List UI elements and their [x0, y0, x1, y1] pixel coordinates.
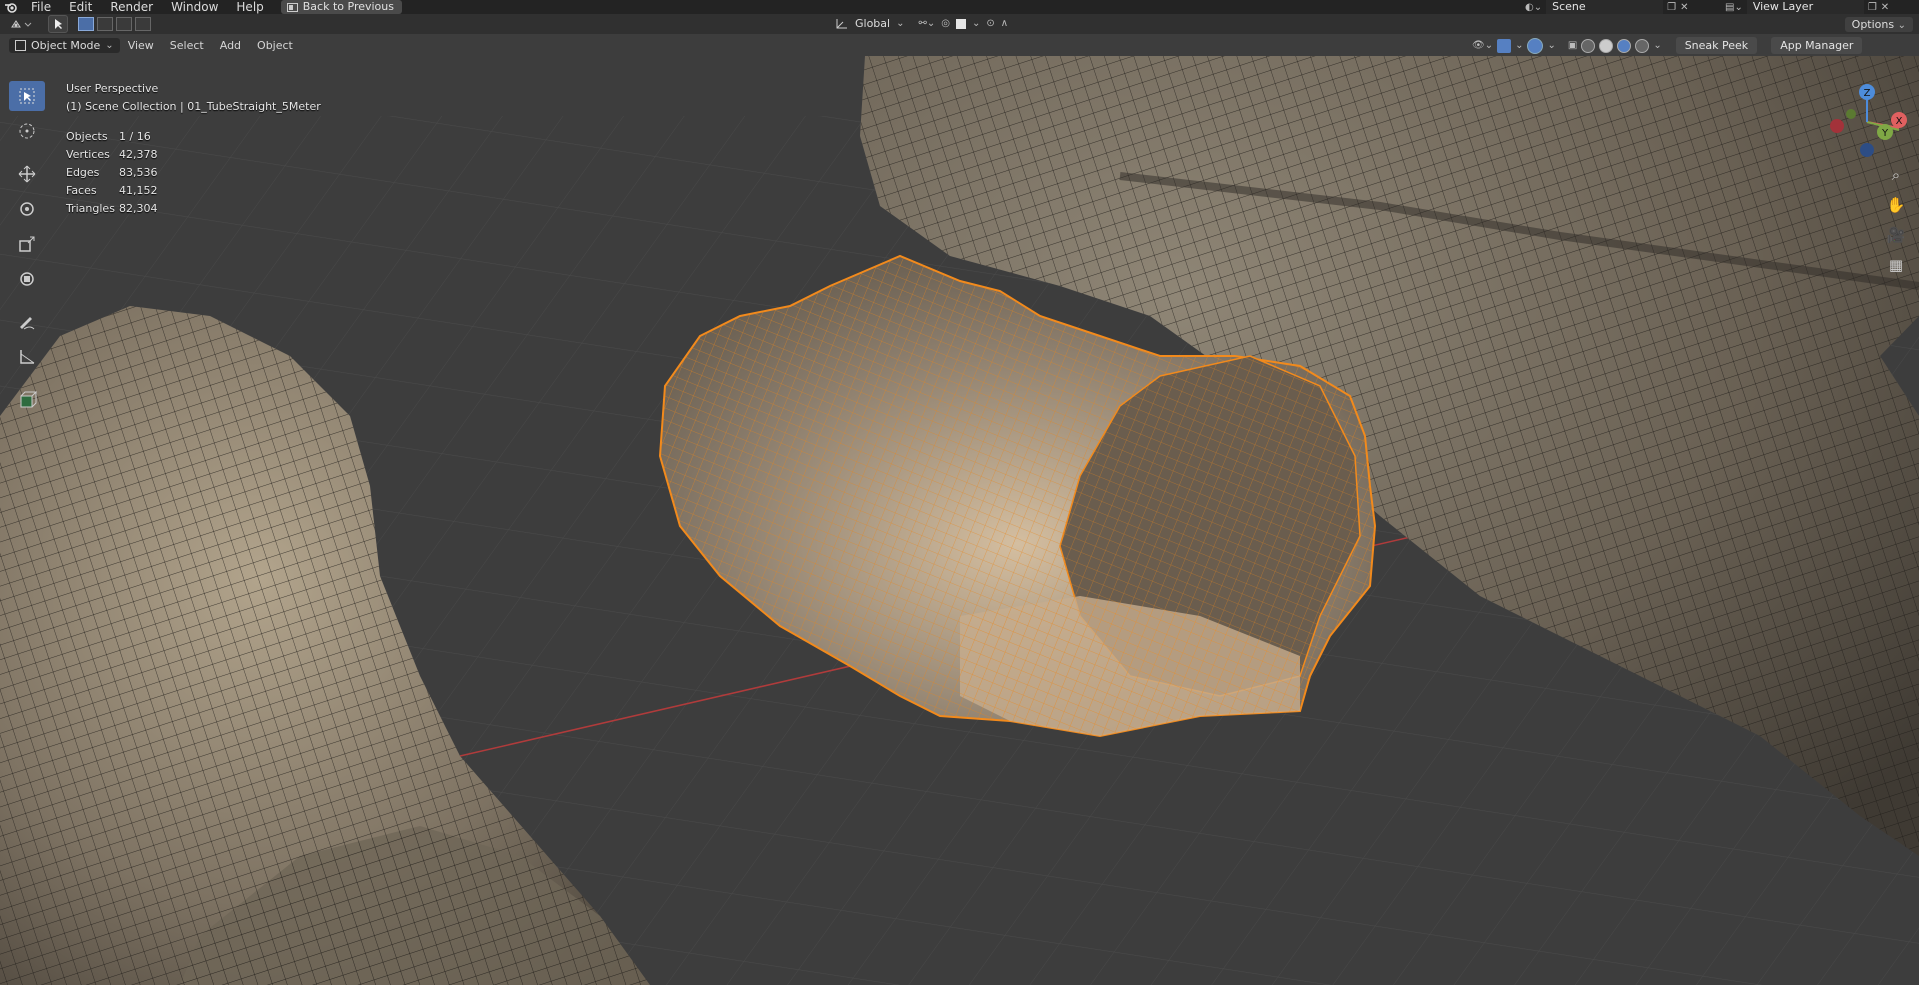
- orientation-axes-icon: [836, 18, 847, 28]
- blender-logo-icon[interactable]: [4, 1, 18, 13]
- back-to-previous-label: Back to Previous: [302, 0, 394, 13]
- collection-label: (1) Scene Collection | 01_TubeStraight_5…: [66, 100, 321, 113]
- orientation-dropdown-icon[interactable]: ⌄: [896, 18, 904, 29]
- snap-target-icon[interactable]: [955, 18, 966, 29]
- pan-hand-icon[interactable]: ✋: [1883, 192, 1909, 218]
- select-extend-icon[interactable]: [97, 17, 113, 31]
- top-menu-bar: File Edit Render Window Help Back to Pre…: [0, 0, 1919, 14]
- menu-file[interactable]: File: [22, 0, 60, 14]
- gizmo-dropdown-icon[interactable]: ⌄: [1515, 40, 1523, 51]
- viewport-menu-object[interactable]: Object: [249, 39, 301, 52]
- transform-tool-icon[interactable]: [9, 264, 45, 294]
- camera-view-icon[interactable]: 🎥: [1883, 222, 1909, 248]
- stat-triangles: Triangles 82,304: [66, 202, 158, 215]
- options-label: Options: [1851, 18, 1895, 31]
- material-shading-icon[interactable]: [1617, 38, 1632, 53]
- scene-selector[interactable]: ◐⌄ Scene ❐ ✕: [1525, 0, 1688, 14]
- scene-icon: ◐⌄: [1525, 1, 1543, 13]
- view-layer-close-icon[interactable]: ✕: [1881, 2, 1889, 13]
- gizmo-neg-z-icon[interactable]: [1860, 143, 1874, 157]
- shading-dropdown-icon[interactable]: ⌄: [1653, 40, 1661, 51]
- back-to-previous-button[interactable]: Back to Previous: [280, 0, 402, 14]
- snap-magnet-icon[interactable]: ◎: [941, 18, 950, 29]
- rotate-tool-icon[interactable]: [9, 194, 45, 224]
- 3d-viewport[interactable]: User Perspective (1) Scene Collection | …: [0, 56, 1919, 985]
- mode-label: Object Mode: [31, 38, 101, 52]
- scene-close-icon[interactable]: ✕: [1680, 2, 1688, 13]
- add-cube-tool-icon[interactable]: [9, 385, 45, 415]
- stat-faces: Faces 41,152: [66, 184, 158, 197]
- gizmo-x-label: X: [1896, 116, 1903, 127]
- scene-copy-icon[interactable]: ❐: [1667, 2, 1676, 13]
- scene-name-field[interactable]: Scene: [1546, 0, 1664, 14]
- gizmo-y-label: Y: [1881, 128, 1889, 139]
- visibility-icon[interactable]: 👁⌄: [1472, 40, 1493, 51]
- scale-tool-icon[interactable]: [9, 229, 45, 259]
- viewport-menu-add[interactable]: Add: [212, 39, 249, 52]
- select-box-mode-icon[interactable]: [48, 15, 68, 33]
- gizmo-neg-y-icon[interactable]: [1846, 109, 1856, 119]
- select-tool-icon[interactable]: [9, 81, 45, 111]
- menu-window[interactable]: Window: [162, 0, 227, 14]
- menu-render[interactable]: Render: [101, 0, 162, 14]
- select-subtract-icon[interactable]: [116, 17, 132, 31]
- move-tool-icon[interactable]: [9, 159, 45, 189]
- cursor-tool-icon[interactable]: [9, 116, 45, 146]
- left-toolbar: [9, 81, 45, 420]
- gizmo-toggle-icon[interactable]: [1497, 38, 1512, 53]
- mode-selector[interactable]: Object Mode ⌄: [9, 37, 120, 53]
- navigation-gizmo[interactable]: Z X Y: [1827, 80, 1907, 160]
- view-layer-icon: ▤⌄: [1725, 1, 1743, 13]
- viewport-menu-view[interactable]: View: [120, 39, 162, 52]
- view-layer-copy-icon[interactable]: ❐: [1868, 2, 1877, 13]
- overlay-dropdown-icon[interactable]: ⌄: [1547, 40, 1555, 51]
- select-new-icon[interactable]: [78, 17, 94, 31]
- transform-orientation[interactable]: Global ⌄ ⚯⌄ ◎ ⌄ ⊙ ∧: [835, 17, 1008, 30]
- orientation-value[interactable]: Global: [855, 17, 890, 30]
- viewport-display-controls: 👁⌄ ⌄ ⌄ ▣ ⌄ Sneak Peek App Manager: [1472, 37, 1863, 54]
- view-layer-selector[interactable]: ▤⌄ View Layer ❐ ✕: [1725, 0, 1889, 14]
- viewport-menu-select[interactable]: Select: [162, 39, 212, 52]
- options-button[interactable]: Options ⌄: [1844, 17, 1913, 32]
- overlay-toggle-icon[interactable]: [1527, 37, 1544, 54]
- menu-help[interactable]: Help: [227, 0, 272, 14]
- annotate-tool-icon[interactable]: [9, 307, 45, 337]
- rendered-shading-icon[interactable]: [1635, 38, 1650, 53]
- stat-vertices: Vertices 42,378: [66, 148, 158, 161]
- options-dropdown-icon: ⌄: [1897, 20, 1906, 31]
- screen-back-icon: [286, 2, 298, 12]
- measure-tool-icon[interactable]: [9, 342, 45, 372]
- perspective-toggle-icon[interactable]: ▦: [1883, 252, 1909, 278]
- object-mode-icon: [15, 39, 26, 51]
- zoom-icon[interactable]: ⌕: [1883, 162, 1909, 188]
- view-layer-name-field[interactable]: View Layer: [1746, 0, 1864, 14]
- stat-objects: Objects 1 / 16: [66, 130, 151, 143]
- menu-edit[interactable]: Edit: [60, 0, 101, 14]
- select-intersect-icon[interactable]: [135, 17, 151, 31]
- sneak-peek-button[interactable]: Sneak Peek: [1675, 37, 1758, 54]
- perspective-label: User Perspective: [66, 82, 159, 95]
- proportional-edit-icon[interactable]: ⊙: [986, 18, 994, 29]
- falloff-curve-icon[interactable]: ∧: [1001, 18, 1008, 29]
- editor-type-icon[interactable]: [8, 16, 34, 32]
- gizmo-neg-x-icon[interactable]: [1830, 119, 1844, 133]
- viewport-info-overlay: User Perspective (1) Scene Collection | …: [66, 80, 321, 218]
- pivot-point-icon[interactable]: ⚯⌄: [918, 18, 935, 29]
- gizmo-z-label: Z: [1864, 88, 1871, 99]
- xray-icon[interactable]: ▣: [1568, 40, 1577, 51]
- app-manager-button[interactable]: App Manager: [1771, 37, 1863, 54]
- snap-dropdown-icon[interactable]: ⌄: [972, 18, 980, 29]
- mode-dropdown-icon: ⌄: [105, 39, 114, 51]
- solid-shading-icon[interactable]: [1599, 38, 1614, 53]
- stat-edges: Edges 83,536: [66, 166, 158, 179]
- wireframe-shading-icon[interactable]: [1581, 38, 1596, 53]
